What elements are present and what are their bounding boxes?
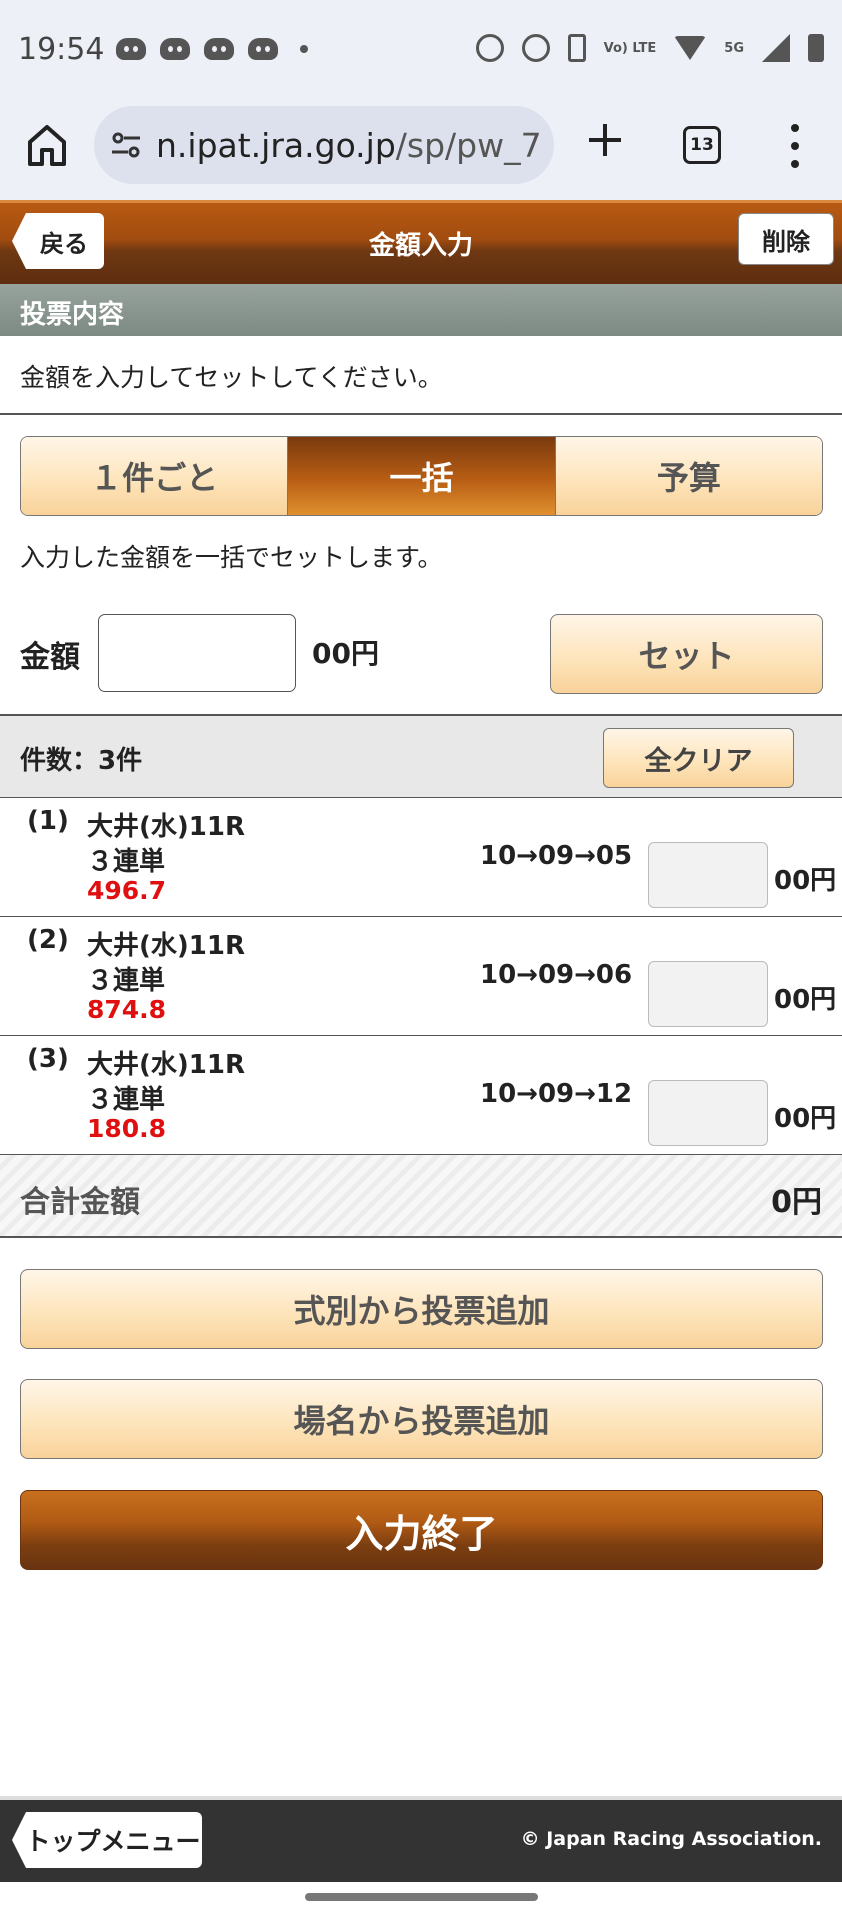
alarm-icon bbox=[475, 34, 504, 62]
status-bar: 19:54 Vo) LTE 5G bbox=[0, 0, 842, 100]
discord-icon bbox=[116, 38, 146, 60]
bet-race: 大井(水)11R bbox=[87, 931, 245, 961]
mode-tabs: １件ごと 一括 予算 bbox=[20, 436, 823, 516]
finish-input-button[interactable]: 入力終了 bbox=[20, 1490, 823, 1570]
bet-index: (3) bbox=[27, 1044, 69, 1074]
site-settings-icon[interactable] bbox=[110, 129, 142, 161]
bet-odds: 874.8 bbox=[87, 995, 167, 1024]
bet-row: (1) 大井(水)11R ３連単 496.7 10→09→05 00円 bbox=[0, 798, 842, 917]
vibrate-icon bbox=[567, 34, 586, 62]
signal-icon bbox=[762, 34, 790, 62]
status-time: 19:54 bbox=[18, 32, 105, 67]
bet-amount-input[interactable] bbox=[648, 842, 768, 908]
discord-icon bbox=[160, 38, 190, 60]
more-notifications-dot-icon bbox=[300, 45, 308, 53]
bet-amount-suffix: 00円 bbox=[774, 1104, 837, 1134]
tab-per-item[interactable]: １件ごと bbox=[21, 437, 289, 515]
notification-icons bbox=[116, 38, 308, 60]
discord-icon bbox=[204, 38, 234, 60]
bet-type: ３連単 bbox=[87, 1085, 166, 1115]
count-bar: 件数：3件 全クリア bbox=[0, 714, 842, 798]
bet-race: 大井(水)11R bbox=[87, 812, 245, 842]
bet-amount-suffix: 00円 bbox=[774, 985, 837, 1015]
browser-toolbar: n.ipat.jra.go.jp/sp/pw_7 13 bbox=[0, 100, 842, 200]
overflow-menu-icon[interactable] bbox=[790, 124, 800, 168]
bet-race: 大井(水)11R bbox=[87, 1050, 245, 1080]
tab-bulk[interactable]: 一括 bbox=[288, 437, 556, 515]
bet-odds: 180.8 bbox=[87, 1114, 167, 1143]
discord-icon bbox=[248, 38, 278, 60]
delete-button[interactable]: 削除 bbox=[738, 213, 834, 265]
bet-amount-input[interactable] bbox=[648, 961, 768, 1027]
amount-suffix: 00円 bbox=[312, 637, 379, 670]
total-bar: 合計金額 0円 bbox=[0, 1154, 842, 1238]
bet-index: (2) bbox=[27, 925, 69, 955]
divider bbox=[0, 413, 842, 415]
page-header: 戻る 金額入力 削除 bbox=[0, 200, 842, 284]
url-path: /sp/pw_7 bbox=[395, 125, 542, 165]
volte-icon: Vo) LTE bbox=[603, 40, 657, 56]
bet-count: 件数：3件 bbox=[20, 746, 143, 776]
url-text: n.ipat.jra.go.jp/sp/pw_7 bbox=[156, 126, 542, 165]
battery-icon bbox=[808, 34, 824, 62]
top-menu-button[interactable]: トップメニュー bbox=[12, 1812, 202, 1868]
gesture-navigation-bar[interactable] bbox=[305, 1893, 538, 1901]
bet-index: (1) bbox=[27, 806, 69, 836]
bet-row: (2) 大井(水)11R ３連単 874.8 10→09→06 00円 bbox=[0, 917, 842, 1036]
bet-amount-suffix: 00円 bbox=[774, 866, 837, 896]
home-icon[interactable] bbox=[26, 122, 68, 168]
address-bar[interactable]: n.ipat.jra.go.jp/sp/pw_7 bbox=[94, 106, 554, 184]
bet-type: ３連単 bbox=[87, 966, 166, 996]
wifi-icon bbox=[674, 36, 707, 60]
bet-combination: 10→09→05 bbox=[480, 841, 633, 871]
five-g-icon: 5G bbox=[724, 40, 744, 56]
bet-combination: 10→09→06 bbox=[480, 960, 633, 990]
section-title: 投票内容 bbox=[0, 284, 842, 336]
new-tab-icon[interactable] bbox=[585, 120, 625, 160]
system-icons: Vo) LTE 5G bbox=[475, 34, 824, 62]
page-title: 金額入力 bbox=[368, 231, 473, 261]
bet-amount-input[interactable] bbox=[648, 1080, 768, 1146]
tab-switcher-button[interactable]: 13 bbox=[683, 126, 721, 164]
data-saver-icon bbox=[521, 34, 550, 62]
bet-combination: 10→09→12 bbox=[480, 1079, 633, 1109]
add-by-bet-type-button[interactable]: 式別から投票追加 bbox=[20, 1269, 823, 1349]
amount-label: 金額 bbox=[20, 640, 80, 675]
tab-budget[interactable]: 予算 bbox=[555, 437, 822, 515]
bet-row: (3) 大井(水)11R ３連単 180.8 10→09→12 00円 bbox=[0, 1036, 842, 1155]
footer: トップメニュー © Japan Racing Association. bbox=[0, 1796, 842, 1882]
instruction-text: 金額を入力してセットしてください。 bbox=[20, 363, 443, 392]
total-value: 0円 bbox=[771, 1185, 822, 1220]
bet-odds: 496.7 bbox=[87, 876, 167, 905]
set-button[interactable]: セット bbox=[550, 614, 823, 694]
add-by-venue-button[interactable]: 場名から投票追加 bbox=[20, 1379, 823, 1459]
tab-description: 入力した金額を一括でセットします。 bbox=[20, 543, 443, 572]
copyright: © Japan Racing Association. bbox=[520, 1828, 822, 1850]
bet-type: ３連単 bbox=[87, 847, 166, 877]
total-label: 合計金額 bbox=[20, 1185, 140, 1220]
clear-all-button[interactable]: 全クリア bbox=[603, 728, 794, 788]
url-host: n.ipat.jra.go.jp bbox=[156, 125, 396, 165]
bulk-amount-input[interactable] bbox=[98, 614, 296, 692]
